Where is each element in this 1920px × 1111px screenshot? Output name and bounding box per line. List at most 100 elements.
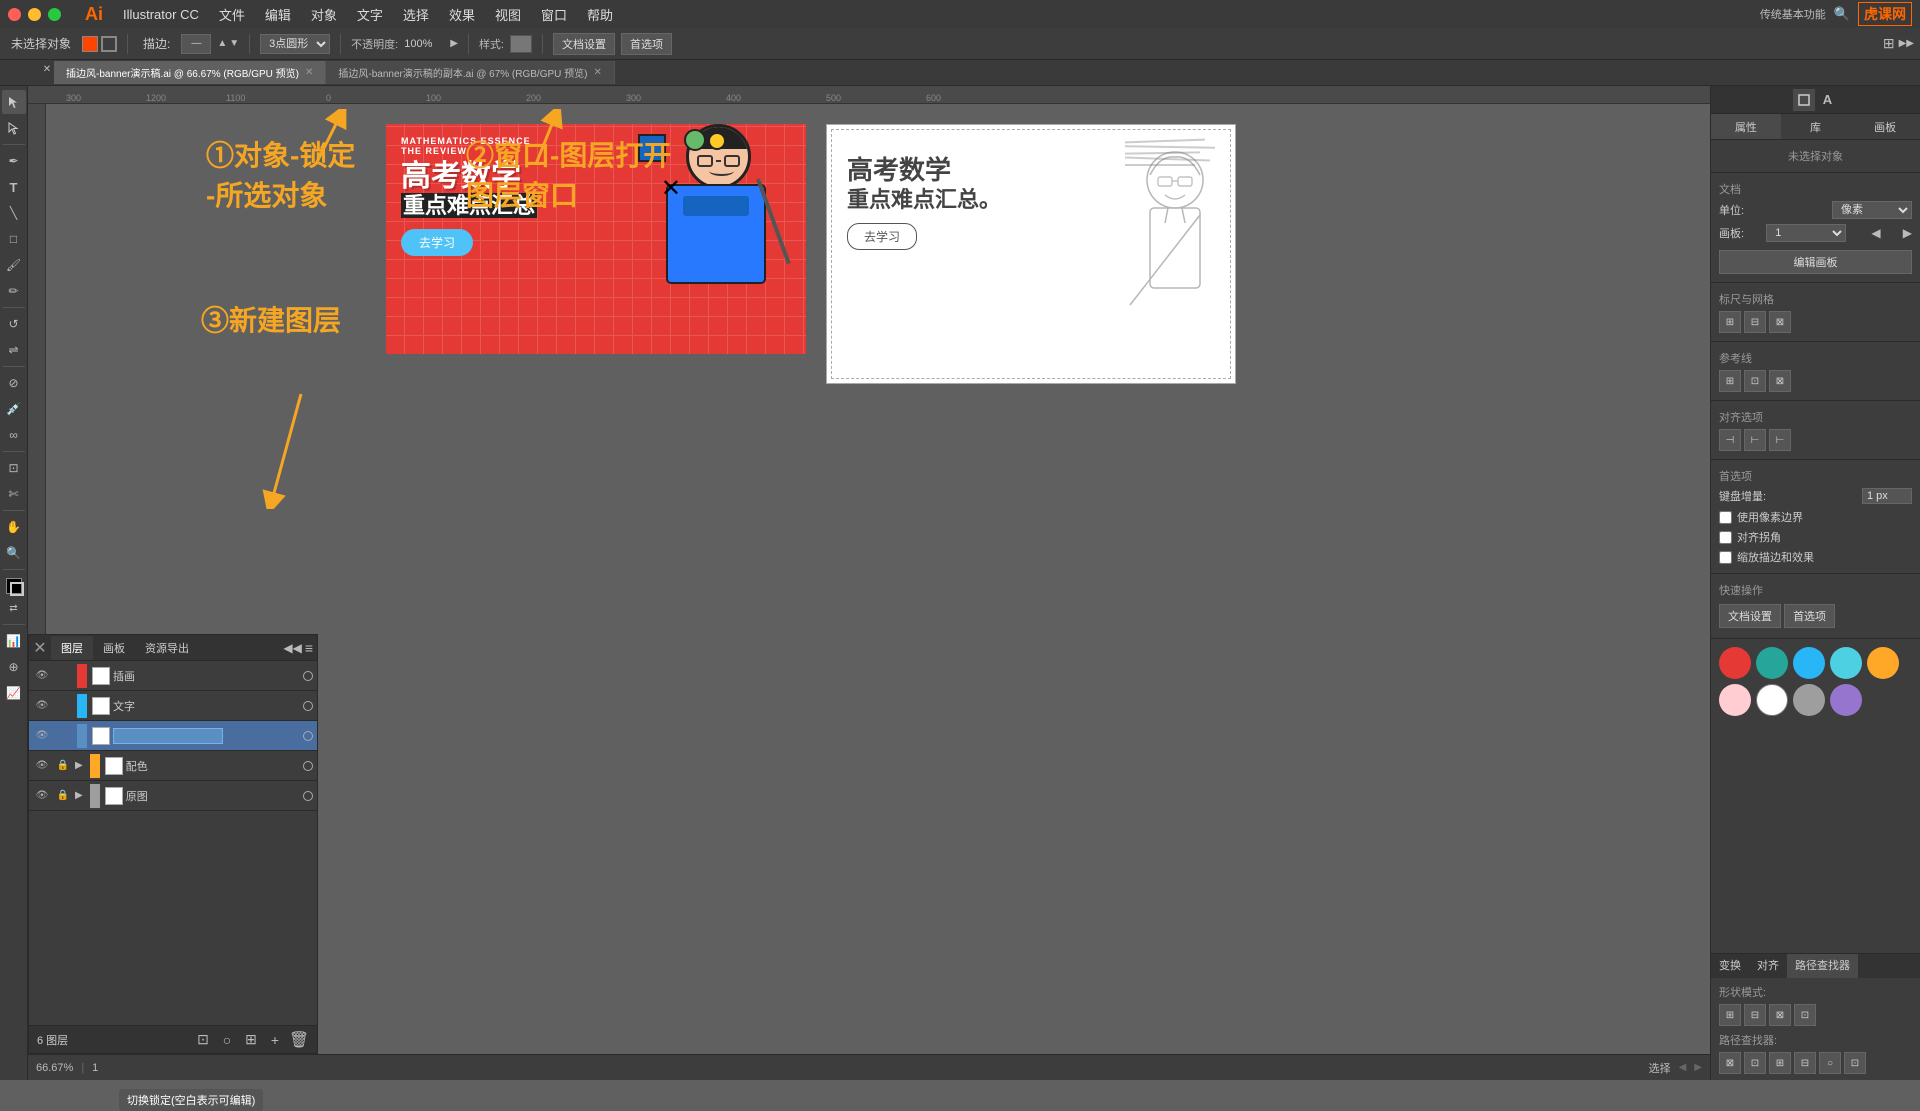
panel-collapse-icon[interactable]: ◀◀ xyxy=(283,641,301,655)
menu-edit[interactable]: 编辑 xyxy=(257,3,299,26)
make-layer-mask-btn[interactable]: ⊡ xyxy=(193,1030,213,1050)
menu-illustrator[interactable]: Illustrator CC xyxy=(115,5,207,24)
preferences-toolbar-btn[interactable]: 首选项 xyxy=(621,33,672,55)
layer-dot-wenzi[interactable] xyxy=(303,701,313,711)
tab-2[interactable]: 插边风-banner演示稿的副本.ai @ 67% (RGB/GPU 预览) ✕ xyxy=(326,61,614,84)
layers-close-icon[interactable]: ✕ xyxy=(33,641,47,655)
layers-tab-layers[interactable]: 图层 xyxy=(51,636,93,660)
snap-corner-check[interactable] xyxy=(1719,531,1732,544)
layer-item-peise[interactable]: 👁 🔒 ▶ 配色 xyxy=(29,751,317,781)
layer-expand-icon-peise[interactable]: ▶ xyxy=(75,760,83,771)
align-left-icon[interactable]: ⊣ xyxy=(1719,429,1741,451)
style-preview[interactable] xyxy=(510,35,532,53)
fill-color[interactable] xyxy=(82,36,98,52)
create-new-layer-btn[interactable]: + xyxy=(265,1030,285,1050)
divide-icon[interactable]: ⊠ xyxy=(1719,1052,1741,1074)
rotate-tool[interactable]: ↺ xyxy=(2,312,26,336)
layers-tab-artboards[interactable]: 画板 xyxy=(93,636,135,660)
playback-start[interactable]: ◀ xyxy=(1679,1062,1687,1073)
line-tool[interactable]: ╲ xyxy=(2,201,26,225)
tab-close-btn[interactable]: ✕ xyxy=(40,62,54,76)
layer-dot-yuantu[interactable] xyxy=(303,791,313,801)
rect-tool[interactable]: □ xyxy=(2,227,26,251)
stroke-down-icon[interactable]: ▼ xyxy=(229,38,239,49)
opacity-value[interactable]: 100% xyxy=(404,38,444,50)
swatch-pink[interactable] xyxy=(1719,684,1751,716)
arrange-icon[interactable]: ⊞ xyxy=(1883,35,1895,52)
layer-dot-new[interactable] xyxy=(303,731,313,741)
menu-file[interactable]: 文件 xyxy=(211,3,253,26)
chart-tool[interactable]: 📊 xyxy=(2,629,26,653)
doc-settings-action-btn[interactable]: 文档设置 xyxy=(1719,604,1781,628)
stroke-up-icon[interactable]: ▲ xyxy=(217,38,227,49)
menu-select[interactable]: 选择 xyxy=(395,3,437,26)
pen-tool[interactable]: ✒ xyxy=(2,149,26,173)
opacity-arrow-icon[interactable]: ▶ xyxy=(450,38,458,49)
delete-layer-btn[interactable]: 🗑 xyxy=(289,1030,309,1050)
guide-btn2[interactable]: ⊡ xyxy=(1744,370,1766,392)
swatch-blue[interactable] xyxy=(1793,647,1825,679)
layer-lock-peise[interactable]: 🔒 xyxy=(54,757,72,775)
swatch-white[interactable] xyxy=(1756,684,1788,716)
exclude-icon[interactable]: ⊡ xyxy=(1794,1004,1816,1026)
swatch-red[interactable] xyxy=(1719,647,1751,679)
zoom-level[interactable]: 66.67% xyxy=(36,1062,73,1074)
swatch-cyan[interactable] xyxy=(1830,647,1862,679)
minus-front-icon[interactable]: ⊟ xyxy=(1744,1004,1766,1026)
menu-effect[interactable]: 效果 xyxy=(441,3,483,26)
layer-vis-peise[interactable]: 👁 xyxy=(33,757,51,775)
pencil-tool[interactable]: ✏ xyxy=(2,279,26,303)
keyboard-input[interactable] xyxy=(1862,488,1912,504)
outline-icon[interactable]: ○ xyxy=(1819,1052,1841,1074)
ruler-btn1[interactable]: ⊞ xyxy=(1719,311,1741,333)
swap-colors[interactable]: ⇄ xyxy=(2,596,26,620)
crop-icon[interactable]: ⊟ xyxy=(1794,1052,1816,1074)
stroke-small[interactable] xyxy=(10,582,24,596)
width-tool[interactable]: ⊘ xyxy=(2,371,26,395)
create-sublayer-btn[interactable]: ⊞ xyxy=(241,1030,261,1050)
swatch-purple[interactable] xyxy=(1830,684,1862,716)
layer-lock-wenzi[interactable] xyxy=(54,697,72,715)
guide-btn3[interactable]: ⊠ xyxy=(1769,370,1791,392)
toolbar-chevron-icon[interactable]: ▶▶ xyxy=(1899,38,1914,49)
layer-expand-icon-yuantu[interactable]: ▶ xyxy=(75,790,83,801)
snap-effect-check[interactable] xyxy=(1719,551,1732,564)
menu-type[interactable]: 文字 xyxy=(349,3,391,26)
panel-icon-type[interactable]: A xyxy=(1817,89,1839,111)
minus-back-icon[interactable]: ⊡ xyxy=(1844,1052,1866,1074)
layers-tab-export[interactable]: 资源导出 xyxy=(135,636,199,660)
snap-pixel-check[interactable] xyxy=(1719,511,1732,524)
type-tool[interactable]: T xyxy=(2,175,26,199)
artboard-select[interactable]: 1 xyxy=(1766,224,1846,242)
tab-2-close[interactable]: ✕ xyxy=(593,67,601,78)
zoom-tool[interactable]: 🔍 xyxy=(2,541,26,565)
merge-icon[interactable]: ⊞ xyxy=(1769,1052,1791,1074)
align-right-icon[interactable]: ⊢ xyxy=(1769,429,1791,451)
panel-icon-select[interactable] xyxy=(1793,89,1815,111)
shape-select[interactable]: 3点圆形 xyxy=(260,34,330,54)
tab-properties[interactable]: 属性 xyxy=(1711,114,1781,139)
close-button[interactable] xyxy=(8,8,21,21)
slice-tool[interactable]: ✄ xyxy=(2,482,26,506)
menu-object[interactable]: 对象 xyxy=(303,3,345,26)
unit-select[interactable]: 像素 xyxy=(1832,201,1912,219)
tab-artboards-panel[interactable]: 画板 xyxy=(1850,114,1920,139)
unite-icon[interactable]: ⊞ xyxy=(1719,1004,1741,1026)
playback-end[interactable]: ▶ xyxy=(1694,1062,1702,1073)
hand-tool[interactable]: ✋ xyxy=(2,515,26,539)
tab-pathfinder[interactable]: 路径查找器 xyxy=(1787,954,1858,978)
layer-dot-chuhua[interactable] xyxy=(303,671,313,681)
layer-lock-chuhua[interactable] xyxy=(54,667,72,685)
layer-lock-yuantu[interactable]: 🔒 xyxy=(54,787,72,805)
layer-dot-peise[interactable] xyxy=(303,761,313,771)
paintbrush-tool[interactable]: 🖌 xyxy=(2,253,26,277)
tab-library[interactable]: 库 xyxy=(1781,114,1851,139)
layer-item-chuhua[interactable]: 👁 插画 xyxy=(29,661,317,691)
layer-name-input[interactable] xyxy=(113,728,223,744)
ruler-btn2[interactable]: ⊟ xyxy=(1744,311,1766,333)
next-artboard-icon[interactable]: ▶ xyxy=(1903,226,1912,240)
stroke-value[interactable]: — xyxy=(181,34,211,54)
prev-artboard-icon[interactable]: ◀ xyxy=(1871,226,1880,240)
layer-item-new[interactable]: 👁 xyxy=(29,721,317,751)
minimize-button[interactable] xyxy=(28,8,41,21)
